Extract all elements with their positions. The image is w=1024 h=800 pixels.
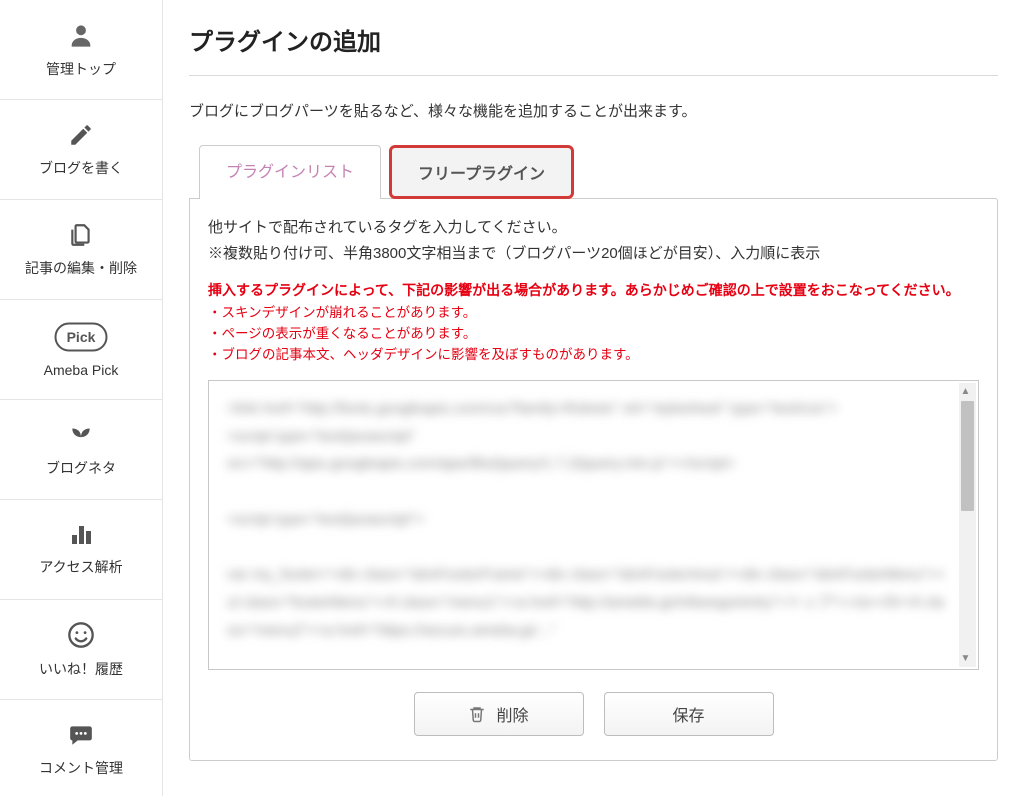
instruction-line-2: ※複数貼り付け可、半角3800文字相当まで（ブログパーツ20個ほどが目安）、入力… [208, 241, 979, 267]
sidebar-item-blog-neta[interactable]: ブログネタ [0, 400, 162, 500]
free-plugin-panel: 他サイトで配布されているタグを入力してください。 ※複数貼り付け可、半角3800… [189, 198, 998, 761]
smile-icon [67, 621, 95, 649]
person-icon [67, 21, 95, 49]
page-title: プラグインの追加 [189, 0, 998, 76]
sidebar-item-label: Ameba Pick [44, 362, 119, 378]
tab-free-plugin[interactable]: フリープラグイン [389, 145, 574, 199]
panel-instruction: 他サイトで配布されているタグを入力してください。 ※複数貼り付け可、半角3800… [208, 215, 979, 266]
sprout-icon [67, 422, 95, 448]
warning-heading: 挿入するプラグインによって、下記の影響が出る場合があります。あらかじめご確認の上… [208, 280, 979, 301]
plugin-code-content: <link href="http://fonts.googleapis.com/… [227, 395, 950, 645]
save-button[interactable]: 保存 [604, 692, 774, 736]
sidebar-item-analytics[interactable]: アクセス解析 [0, 500, 162, 600]
sidebar-item-write-blog[interactable]: ブログを書く [0, 100, 162, 200]
sidebar-item-label: コメント管理 [39, 758, 123, 778]
sidebar-item-label: 記事の編集・削除 [25, 258, 137, 278]
sidebar-item-admin-top[interactable]: 管理トップ [0, 0, 162, 100]
button-row: 削除 保存 [208, 692, 979, 736]
scrollbar-thumb[interactable] [961, 401, 974, 511]
sidebar-item-label: ブログネタ [46, 458, 116, 478]
warning-item-3: ・ブログの記事本文、ヘッダデザインに影響を及ぼすものがあります。 [208, 345, 979, 366]
scroll-up-icon[interactable]: ▲ [957, 383, 974, 400]
sidebar-item-comment-manage[interactable]: コメント管理 [0, 700, 162, 800]
instruction-line-1: 他サイトで配布されているタグを入力してください。 [208, 215, 979, 241]
trash-icon [468, 705, 486, 723]
svg-text:Pick: Pick [67, 329, 96, 345]
sidebar-item-label: ブログを書く [39, 158, 123, 178]
delete-button-label: 削除 [496, 702, 528, 726]
page-description: ブログにブログパーツを貼るなど、様々な機能を追加することが出来ます。 [189, 100, 998, 121]
sidebar-item-ameba-pick[interactable]: Pick Ameba Pick [0, 300, 162, 400]
pencil-icon [68, 122, 94, 148]
save-button-label: 保存 [672, 702, 704, 726]
sidebar-item-like-history[interactable]: いいね！履歴 [0, 600, 162, 700]
scrollbar-track[interactable]: ▲ ▼ [959, 383, 976, 667]
scroll-down-icon[interactable]: ▼ [957, 650, 974, 667]
bars-icon [67, 523, 95, 547]
warning-item-2: ・ページの表示が重くなることがあります。 [208, 324, 979, 345]
warning-item-1: ・スキンデザインが崩れることがあります。 [208, 303, 979, 324]
tabs: プラグインリスト フリープラグイン [199, 145, 998, 199]
files-icon [66, 222, 96, 248]
sidebar-item-label: いいね！履歴 [39, 659, 123, 679]
sidebar: 管理トップ ブログを書く 記事の編集・削除 Pick Ameba Pick ブロ… [0, 0, 163, 796]
sidebar-item-edit-delete[interactable]: 記事の編集・削除 [0, 200, 162, 300]
sidebar-item-label: 管理トップ [46, 59, 116, 79]
tab-plugin-list[interactable]: プラグインリスト [199, 145, 381, 199]
main-content: プラグインの追加 ブログにブログパーツを貼るなど、様々な機能を追加することが出来… [163, 0, 1024, 796]
chat-icon [66, 722, 96, 748]
sidebar-item-label: アクセス解析 [39, 557, 122, 577]
pick-icon: Pick [54, 322, 108, 352]
warning-list: ・スキンデザインが崩れることがあります。 ・ページの表示が重くなることがあります… [208, 303, 979, 366]
delete-button[interactable]: 削除 [414, 692, 584, 736]
plugin-code-textarea[interactable]: <link href="http://fonts.googleapis.com/… [208, 380, 979, 670]
